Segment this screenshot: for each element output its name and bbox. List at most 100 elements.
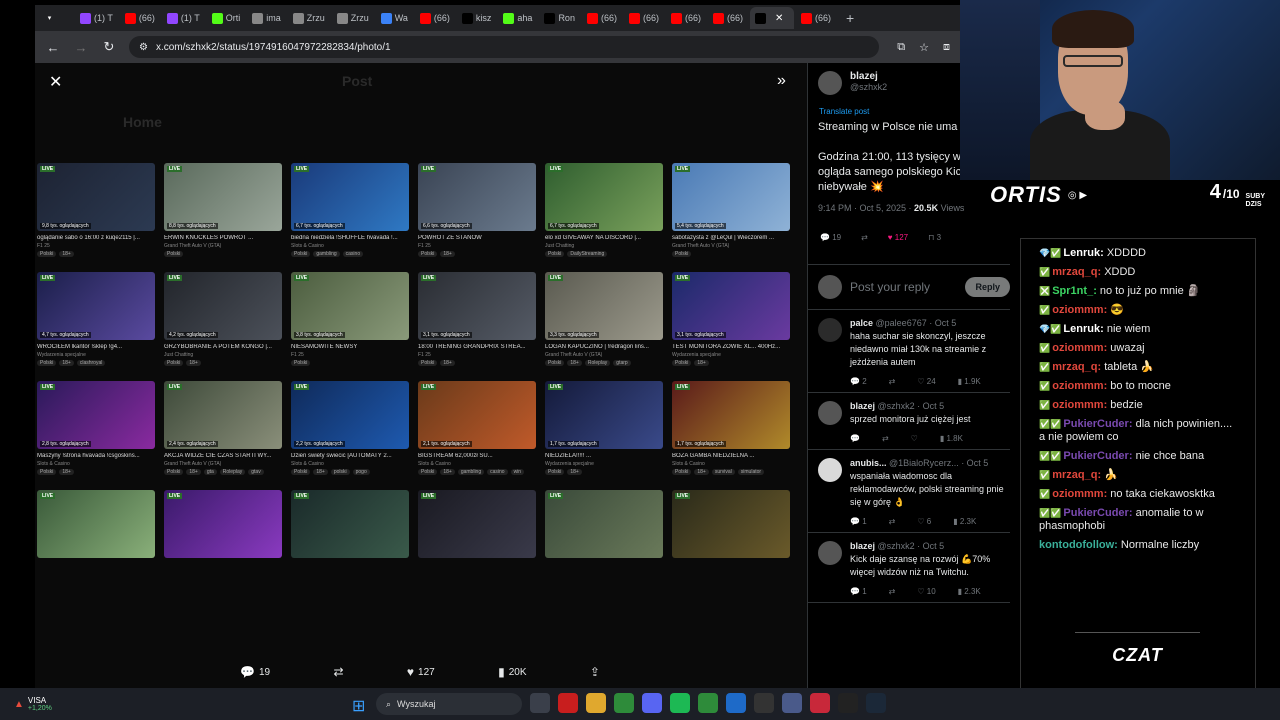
browser-tab[interactable]: Orti (207, 7, 246, 29)
tweet-repost-button[interactable]: ⇄ (861, 233, 868, 264)
taskbar-search[interactable]: ⌕ Wyszukaj (376, 693, 522, 715)
reply-tweet[interactable]: anubis... @1BialoRycerz... · Oct 5 wspani… (808, 450, 1010, 533)
spotify-icon[interactable] (670, 693, 690, 713)
chart-icon[interactable]: ▮ 1.9K (958, 377, 981, 386)
chat-message: ✅ oziommm: bedzie (1039, 399, 1239, 412)
browser-tab[interactable]: aha (498, 7, 537, 29)
avatar[interactable] (818, 541, 842, 565)
chat-username: mrzaq_q (1052, 266, 1098, 278)
address-bar[interactable]: ⚙ x.com/szhxk2/status/197491604797228283… (129, 36, 880, 58)
live-badge: LIVE (167, 493, 183, 499)
ccleaner-icon[interactable] (726, 693, 746, 713)
browser-tab[interactable]: Zrzu (332, 7, 374, 29)
browser-tab[interactable]: (1) T (75, 7, 118, 29)
author-name[interactable]: blazej (850, 71, 887, 82)
new-tab-button[interactable]: + (838, 10, 862, 26)
back-button[interactable]: ← (45, 40, 61, 55)
heart-icon[interactable]: ♡ 10 (917, 587, 935, 596)
avatar[interactable] (818, 71, 842, 95)
views-action[interactable]: ▮ 20K (498, 665, 526, 679)
tweet-time[interactable]: 9:14 PM · Oct 5, 2025 · (818, 203, 914, 213)
tweet-bookmark-button[interactable]: ⊓ 3 (928, 233, 941, 264)
windows-start-icon[interactable]: ⊞ (352, 696, 365, 716)
chart-icon[interactable]: ▮ 2.3K (958, 587, 981, 596)
reply-author[interactable]: blazej (850, 541, 875, 551)
reply-icon[interactable]: 💬 2 (850, 377, 867, 386)
tweet-reply-button[interactable]: 💬 19 (820, 233, 841, 264)
reply-tweet[interactable]: blazej @szhxk2 · Oct 5 sprzed monitora ju… (808, 393, 1010, 450)
reply-button[interactable]: Reply (965, 277, 1010, 297)
tweet-like-button[interactable]: ♥ 127 (888, 233, 908, 264)
discord-icon[interactable] (642, 693, 662, 713)
expand-panel-icon[interactable]: » (777, 72, 786, 90)
browser-tab[interactable]: (66) (708, 7, 748, 29)
folder-icon[interactable] (586, 693, 606, 713)
photo-action-bar: 💬 19 ⇄ ♥ 127 ▮ 20K ⇪ (240, 665, 600, 679)
heart-icon[interactable]: ♡ 24 (917, 377, 935, 386)
reply-input[interactable]: Post your reply (850, 280, 957, 294)
reply-stat-count: 2.3K (959, 517, 977, 526)
browser-tab[interactable]: (66) (796, 7, 836, 29)
close-tab-icon[interactable]: ✕ (775, 13, 783, 24)
epic-games-icon[interactable] (838, 693, 858, 713)
reply-author[interactable]: anubis... (850, 458, 887, 468)
chrome-icon[interactable] (614, 693, 634, 713)
browser-tab[interactable]: ima (247, 7, 286, 29)
browser-tab[interactable]: Ron (539, 7, 580, 29)
heart-icon[interactable]: ♡ 6 (917, 517, 931, 526)
forward-button[interactable]: → (73, 40, 89, 55)
reply-action[interactable]: 💬 19 (240, 665, 270, 679)
browser-tab[interactable]: (66) (582, 7, 622, 29)
browser-tab[interactable]: (66) (624, 7, 664, 29)
avatar[interactable] (818, 401, 842, 425)
chart-icon[interactable]: ▮ 2.3K (953, 517, 976, 526)
steam-icon[interactable] (866, 693, 886, 713)
avatar[interactable] (818, 458, 842, 482)
chart-icon[interactable]: ▮ 1.8K (940, 434, 963, 443)
live-badge: LIVE (675, 166, 691, 172)
heart-icon[interactable]: ♡ (911, 434, 918, 443)
browser-tab[interactable]: Wa (376, 7, 413, 29)
bookmark-star-icon[interactable]: ☆ (919, 41, 929, 54)
repost-icon[interactable]: ⇄ (882, 434, 889, 443)
task-view-icon[interactable] (530, 693, 550, 713)
browser-tab[interactable]: (66) (415, 7, 455, 29)
reply-tweet[interactable]: blazej @szhxk2 · Oct 5 Kick daje szansę n… (808, 533, 1010, 603)
viewer-count: 1,7 tys. oglądających (675, 441, 726, 447)
repost-icon[interactable]: ⇄ (889, 377, 896, 386)
tab-list-button[interactable]: ▾ (39, 7, 73, 29)
reply-icon[interactable]: 💬 (850, 434, 860, 443)
stream-thumbnail: LIVE 2,2 tys. oglądających (291, 381, 409, 449)
repost-action[interactable]: ⇄ (333, 665, 343, 679)
reload-button[interactable]: ↻ (101, 39, 117, 55)
cast-icon[interactable]: ⧉ (897, 41, 905, 54)
reply-author[interactable]: palce (850, 318, 873, 328)
author-handle[interactable]: @szhxk2 (850, 82, 887, 92)
repost-icon[interactable]: ⇄ (889, 517, 896, 526)
location-icon[interactable] (810, 693, 830, 713)
stock-widget[interactable]: ▲ VISA +1,20% (0, 696, 120, 712)
opera-icon[interactable] (558, 693, 578, 713)
reply-icon[interactable]: 💬 1 (850, 587, 867, 596)
browser-tab[interactable]: (66) (120, 7, 160, 29)
site-info-icon[interactable]: ⚙ (139, 42, 148, 53)
chrome-icon[interactable] (698, 693, 718, 713)
reply-icon[interactable]: 💬 1 (850, 517, 867, 526)
stream-tag: 18+ (440, 469, 455, 475)
close-icon[interactable]: ✕ (49, 72, 62, 92)
share-icon: ⇪ (589, 665, 600, 679)
browser-tab[interactable]: (1) T (162, 7, 205, 29)
avatar[interactable] (818, 318, 842, 342)
extensions-icon[interactable]: ⧈ (943, 41, 950, 54)
share-action[interactable]: ⇪ (590, 665, 600, 679)
browser-tab[interactable]: (66) (666, 7, 706, 29)
controller-icon[interactable] (782, 693, 802, 713)
browser-tab[interactable]: kisz (457, 7, 497, 29)
browser-tab[interactable]: ✕ (750, 7, 795, 29)
browser-tab[interactable]: Zrzu (288, 7, 330, 29)
repost-icon[interactable]: ⇄ (889, 587, 896, 596)
obs-icon[interactable] (754, 693, 774, 713)
reply-tweet[interactable]: palce @palee6767 · Oct 5 haha suchar sie … (808, 310, 1010, 393)
like-action[interactable]: ♥ 127 (407, 665, 435, 679)
reply-author[interactable]: blazej (850, 401, 875, 411)
